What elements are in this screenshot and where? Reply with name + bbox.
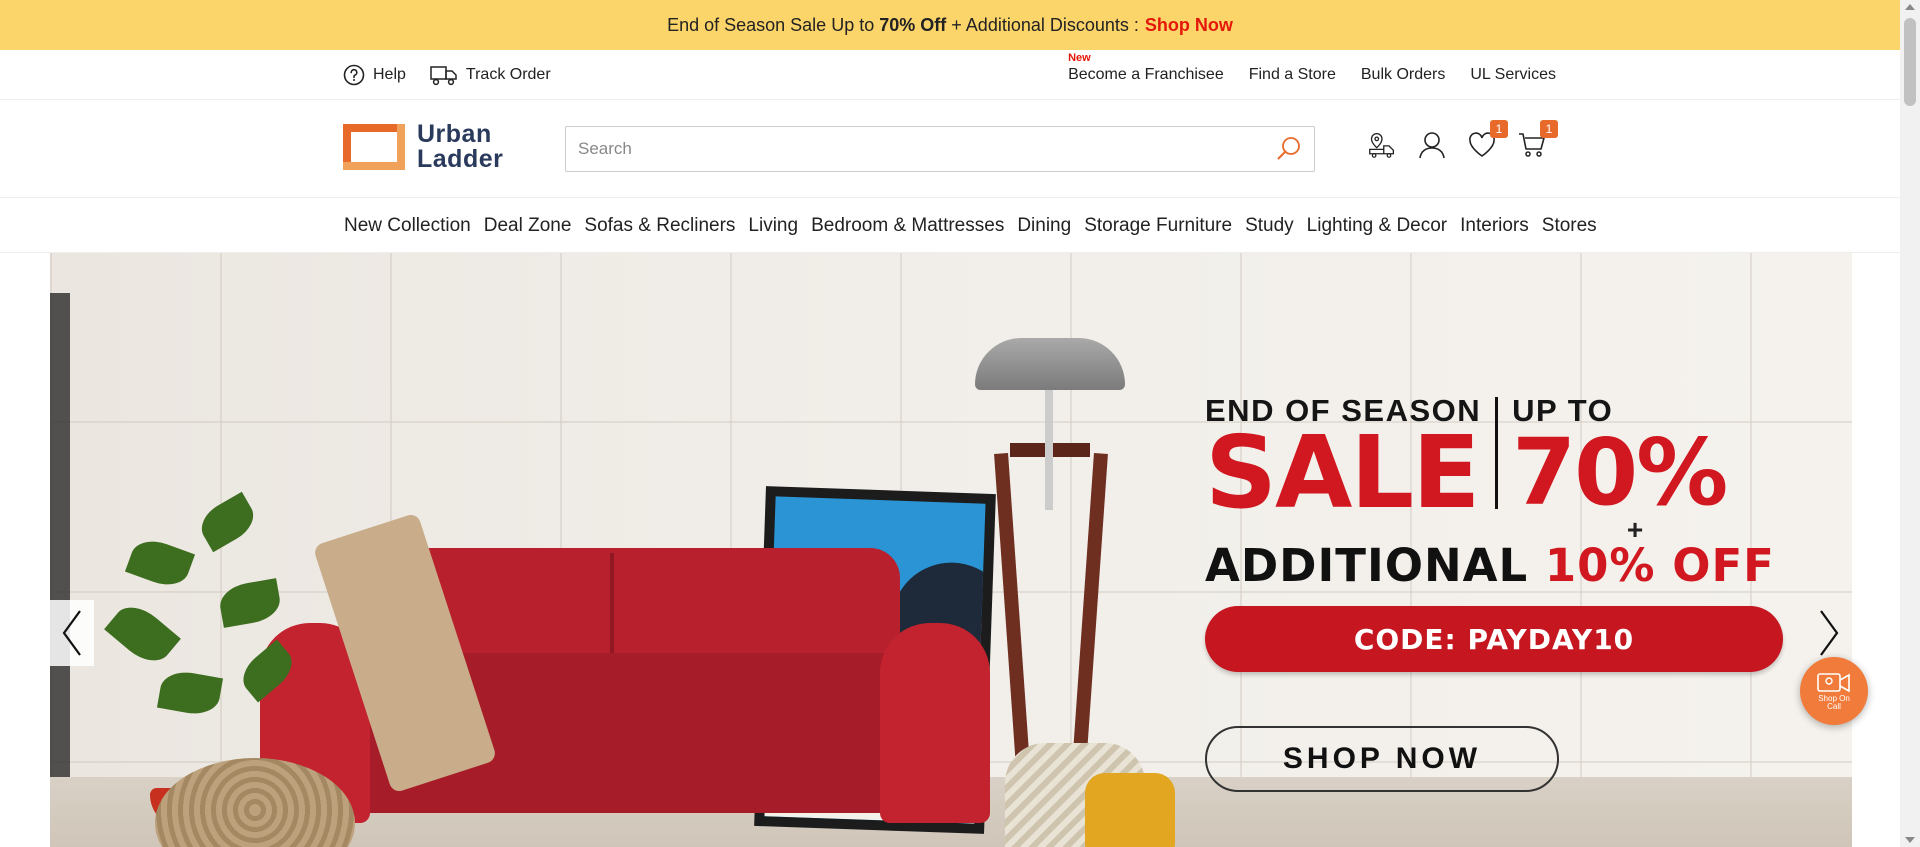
cart-button[interactable]: 1: [1518, 120, 1558, 160]
logo-mark: [343, 124, 405, 170]
additional-off: 10% OFF: [1544, 539, 1775, 592]
utility-bar: Help Track Order New Become a Franchisee…: [0, 50, 1900, 100]
store-locator-button[interactable]: [1368, 130, 1396, 160]
utility-left: Help Track Order: [343, 50, 551, 100]
lamp-shade: [975, 338, 1125, 390]
shop-on-call-label: Shop On Call: [1818, 694, 1850, 711]
promo-shop-now-link[interactable]: Shop Now: [1145, 15, 1233, 36]
header-icons: 1 1: [1368, 120, 1558, 160]
logo-line-1: Urban: [417, 120, 492, 148]
scroll-down-arrow[interactable]: [1905, 837, 1915, 843]
carousel-next-button[interactable]: [1807, 600, 1851, 666]
sale-divider: [1495, 397, 1499, 509]
promo-text-after: + Additional Discounts :: [951, 14, 1139, 35]
wishlist-button[interactable]: 1: [1468, 120, 1508, 160]
nav-item-deal-zone[interactable]: Deal Zone: [484, 215, 572, 237]
logo-line-2: Ladder: [417, 145, 504, 173]
bulk-orders-link[interactable]: Bulk Orders: [1361, 66, 1445, 84]
video-call-icon: [1817, 673, 1850, 693]
additional-offer: ADDITIONAL 10% OFF: [1205, 539, 1795, 592]
nav-item-sofas-recliners[interactable]: Sofas & Recliners: [584, 215, 735, 237]
sofa-arm-right: [880, 623, 990, 823]
search-icon[interactable]: [1276, 136, 1302, 162]
account-button[interactable]: [1418, 130, 1446, 160]
sale-headline: END OF SEASON SALE UP TO 70%: [1205, 393, 1795, 531]
sale-left-column: END OF SEASON SALE: [1205, 393, 1481, 531]
location-truck-icon: [1369, 132, 1395, 158]
truck-icon: [430, 66, 457, 86]
search-box: [565, 126, 1315, 172]
chevron-left-icon: [62, 610, 81, 656]
nav-item-lighting-decor[interactable]: Lighting & Decor: [1307, 215, 1447, 237]
sale-percent: 70%: [1512, 419, 1728, 526]
sale-graphic: END OF SEASON SALE UP TO 70% + ADDITIONA…: [1205, 393, 1795, 792]
track-order-label: Track Order: [465, 66, 551, 83]
search-input[interactable]: [578, 139, 1276, 159]
shop-now-button[interactable]: SHOP NOW: [1205, 726, 1559, 792]
nav-item-living[interactable]: Living: [748, 215, 798, 237]
find-store-link[interactable]: Find a Store: [1249, 66, 1336, 84]
logo[interactable]: Urban Ladder: [343, 122, 503, 172]
sale-right-column: UP TO 70%: [1512, 393, 1728, 526]
main-nav: New Collection Deal Zone Sofas & Recline…: [0, 198, 1900, 253]
scroll-thumb[interactable]: [1904, 18, 1916, 106]
help-icon: [343, 64, 365, 86]
logo-text: Urban Ladder: [417, 122, 503, 172]
new-badge: New: [1068, 52, 1091, 64]
user-icon: [1419, 132, 1445, 159]
yellow-throw: [1085, 773, 1175, 847]
nav-item-interiors[interactable]: Interiors: [1460, 215, 1529, 237]
nav-item-study[interactable]: Study: [1245, 215, 1294, 237]
promo-highlight: 70% Off: [879, 14, 947, 35]
help-label: Help: [373, 66, 406, 83]
cart-count-badge: 1: [1540, 120, 1558, 138]
hero-banner[interactable]: END OF SEASON SALE UP TO 70% + ADDITIONA…: [50, 253, 1852, 847]
page: End of Season Sale Up to 70% Off + Addit…: [0, 0, 1920, 847]
wishlist-count-badge: 1: [1490, 120, 1508, 138]
shelf-edge: [50, 293, 70, 847]
sale-word: SALE: [1205, 414, 1480, 531]
shop-on-call-button[interactable]: Shop On Call: [1800, 657, 1868, 725]
nav-item-bedroom-mattresses[interactable]: Bedroom & Mattresses: [811, 215, 1004, 237]
nav-list: New Collection Deal Zone Sofas & Recline…: [344, 198, 1597, 253]
nav-item-stores[interactable]: Stores: [1542, 215, 1597, 237]
franchise-link[interactable]: New Become a Franchisee: [1068, 52, 1224, 84]
nav-item-dining[interactable]: Dining: [1017, 215, 1071, 237]
franchise-label: Become a Franchisee: [1068, 66, 1224, 83]
nav-item-new-collection[interactable]: New Collection: [344, 215, 471, 237]
track-order-link[interactable]: Track Order: [430, 63, 551, 87]
lamp-pole: [1045, 390, 1053, 510]
promo-code-pill: CODE: PAYDAY10: [1205, 606, 1783, 672]
promo-bar: End of Season Sale Up to 70% Off + Addit…: [0, 0, 1900, 50]
utility-right: New Become a Franchisee Find a Store Bul…: [1068, 50, 1556, 100]
nav-item-storage-furniture[interactable]: Storage Furniture: [1084, 215, 1232, 237]
header: Urban Ladder 1 1: [0, 100, 1900, 198]
page-scrollbar[interactable]: [1900, 0, 1920, 847]
promo-text: End of Season Sale Up to: [667, 14, 875, 35]
carousel-prev-button[interactable]: [50, 600, 94, 666]
ul-services-link[interactable]: UL Services: [1470, 66, 1556, 84]
scroll-up-arrow[interactable]: [1905, 4, 1915, 10]
additional-label: ADDITIONAL: [1205, 539, 1529, 592]
help-link[interactable]: Help: [343, 64, 406, 86]
chevron-right-icon: [1820, 610, 1839, 656]
